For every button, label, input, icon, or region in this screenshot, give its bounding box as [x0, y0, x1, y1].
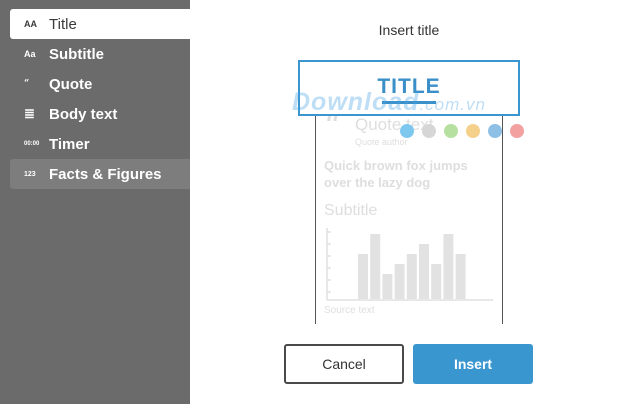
watermark-suffix: .com.vn — [419, 95, 486, 114]
dialog-title: Insert title — [378, 22, 440, 38]
color-dot — [400, 124, 414, 138]
sidebar-item-label: Body text — [49, 105, 118, 123]
color-dot — [422, 124, 436, 138]
color-dot — [444, 124, 458, 138]
sidebar-item-label: Facts & Figures — [49, 165, 162, 183]
sidebar-item-label: Title — [49, 15, 77, 33]
preview-source-text: Source text — [324, 305, 375, 316]
preview-subtitle: Subtitle — [324, 202, 378, 219]
chart-bar — [419, 244, 429, 299]
color-dots — [400, 124, 524, 138]
preview-quote-author: Quote author — [355, 137, 408, 147]
sidebar-item-facts-figures[interactable]: 123 Facts & Figures — [10, 159, 190, 189]
color-dot — [488, 124, 502, 138]
sidebar-item-label: Timer — [49, 135, 90, 153]
chart-bar — [382, 274, 393, 299]
body-text-icon: ≣ — [24, 106, 35, 121]
color-dot — [510, 124, 524, 138]
chart-bar — [370, 234, 381, 299]
preview-chart — [326, 228, 493, 301]
preview-body-text: Quick brown fox jumps over the lazy dog — [324, 157, 468, 191]
sidebar-item-label: Quote — [49, 75, 93, 93]
chart-bar — [358, 254, 368, 299]
cancel-button[interactable]: Cancel — [284, 344, 404, 384]
quote-icon: “ — [24, 79, 30, 89]
insert-title-dialog: AA Title Aa Subtitle “ Quote ≣ Body text… — [0, 0, 628, 404]
timer-icon: 00:00 — [24, 141, 40, 147]
sidebar-item-timer[interactable]: 00:00 Timer — [10, 129, 190, 159]
chart-bar — [443, 234, 454, 299]
title-icon: AA — [24, 19, 37, 29]
sidebar-item-body-text[interactable]: ≣ Body text — [10, 99, 190, 129]
insert-button[interactable]: Insert — [413, 344, 533, 384]
sidebar-item-label: Subtitle — [49, 45, 104, 63]
sidebar-item-quote[interactable]: “ Quote — [10, 69, 190, 99]
chart-bar — [406, 254, 417, 299]
watermark-main: Download — [292, 88, 420, 116]
sidebar: AA Title Aa Subtitle “ Quote ≣ Body text… — [0, 0, 190, 404]
download-watermark-logo: Download.com.vn — [292, 88, 486, 117]
facts-figures-icon: 123 — [24, 170, 36, 178]
chart-bar — [394, 264, 405, 299]
sidebar-item-title[interactable]: AA Title — [10, 9, 190, 39]
preview-body-line: over the lazy dog — [324, 175, 431, 190]
chart-bar — [455, 254, 466, 299]
subtitle-icon: Aa — [24, 49, 36, 59]
sidebar-item-subtitle[interactable]: Aa Subtitle — [10, 39, 190, 69]
preview-body-line: Quick brown fox jumps — [324, 158, 468, 173]
color-dot — [466, 124, 480, 138]
chart-bar — [431, 264, 442, 299]
